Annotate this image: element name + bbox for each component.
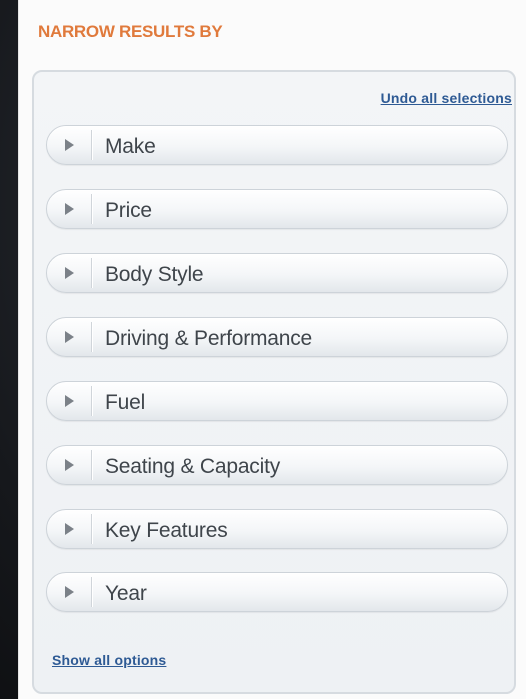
facet-make[interactable]: Make	[46, 125, 508, 165]
divider	[91, 450, 92, 480]
facet-key-features[interactable]: Key Features	[46, 509, 508, 549]
facet-year[interactable]: Year	[46, 572, 508, 612]
facet-price[interactable]: Price	[46, 189, 508, 229]
expand-arrow-icon	[65, 331, 74, 343]
expand-arrow-icon	[65, 523, 74, 535]
facet-fuel[interactable]: Fuel	[46, 381, 508, 421]
divider	[91, 386, 92, 416]
divider	[91, 577, 92, 607]
expand-arrow-icon	[65, 459, 74, 471]
facet-label: Fuel	[105, 391, 146, 414]
divider	[91, 514, 92, 544]
facet-box: Undo all selections Make Price Body Styl…	[32, 70, 516, 694]
divider	[91, 194, 92, 224]
narrow-results-panel: NARROW RESULTS BY Undo all selections Ma…	[18, 0, 526, 699]
divider	[91, 258, 92, 288]
facet-label: Year	[105, 582, 147, 605]
expand-arrow-icon	[65, 203, 74, 215]
facet-label: Make	[105, 135, 156, 158]
expand-arrow-icon	[65, 267, 74, 279]
expand-arrow-icon	[65, 586, 74, 598]
facet-label: Key Features	[105, 519, 228, 542]
expand-arrow-icon	[65, 139, 74, 151]
facet-label: Driving & Performance	[105, 327, 313, 350]
divider	[91, 130, 92, 160]
facet-label: Body Style	[105, 263, 204, 286]
facet-body-style[interactable]: Body Style	[46, 253, 508, 293]
panel-heading: NARROW RESULTS BY	[38, 22, 223, 41]
expand-arrow-icon	[65, 395, 74, 407]
undo-all-selections-link[interactable]: Undo all selections	[381, 90, 512, 106]
facet-label: Price	[105, 199, 152, 222]
facet-label: Seating & Capacity	[105, 455, 281, 478]
facet-seating-capacity[interactable]: Seating & Capacity	[46, 445, 508, 485]
show-all-options-link[interactable]: Show all options	[52, 652, 166, 668]
facet-driving-performance[interactable]: Driving & Performance	[46, 317, 508, 357]
divider	[91, 322, 92, 352]
